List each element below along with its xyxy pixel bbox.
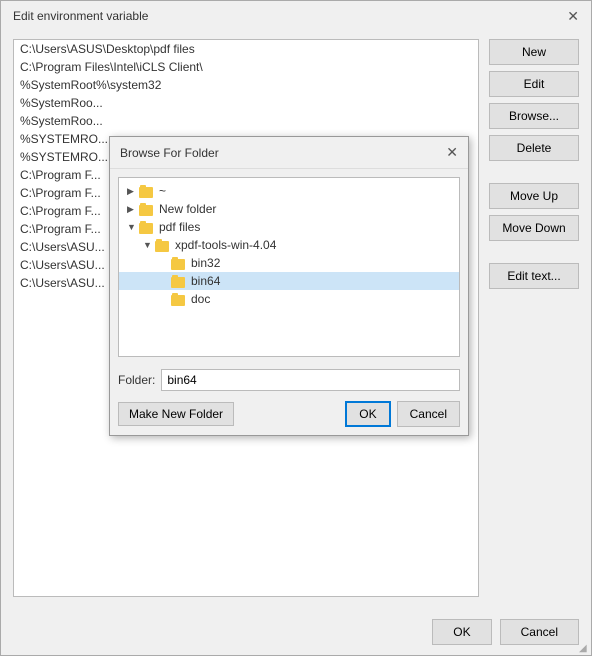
browse-button[interactable]: Browse...: [489, 103, 579, 129]
tree-item[interactable]: ▶~: [119, 182, 459, 200]
tree-item-label: pdf files: [159, 220, 200, 234]
main-title-bar: Edit environment variable ✕: [1, 1, 591, 31]
tree-item[interactable]: doc: [119, 290, 459, 308]
edit-button[interactable]: Edit: [489, 71, 579, 97]
folder-icon: [139, 221, 155, 234]
folder-icon: [171, 293, 187, 306]
bottom-bar: OK Cancel: [432, 619, 579, 645]
right-button-panel: New Edit Browse... Delete Move Up Move D…: [489, 39, 579, 597]
var-list-item[interactable]: C:\Users\ASUS\Desktop\pdf files: [14, 40, 478, 58]
tree-item-label: bin32: [191, 256, 220, 270]
new-button[interactable]: New: [489, 39, 579, 65]
folder-tree[interactable]: ▶~▶New folder▼pdf files▼xpdf-tools-win-4…: [118, 177, 460, 357]
main-cancel-button[interactable]: Cancel: [500, 619, 579, 645]
move-up-button[interactable]: Move Up: [489, 183, 579, 209]
folder-ok-button[interactable]: OK: [345, 401, 390, 427]
folder-dialog-title: Browse For Folder: [120, 146, 219, 160]
folder-label: Folder:: [118, 373, 155, 387]
delete-button[interactable]: Delete: [489, 135, 579, 161]
main-dialog: Edit environment variable ✕ C:\Users\ASU…: [0, 0, 592, 656]
tree-item[interactable]: bin32: [119, 254, 459, 272]
var-list-item[interactable]: C:\Program Files\Intel\iCLS Client\: [14, 58, 478, 76]
folder-icon: [155, 239, 171, 252]
tree-item[interactable]: bin64: [119, 272, 459, 290]
folder-icon: [171, 275, 187, 288]
main-close-button[interactable]: ✕: [567, 9, 579, 23]
var-list-item[interactable]: %SystemRoot%\system32: [14, 76, 478, 94]
tree-item-label: bin64: [191, 274, 220, 288]
edit-text-button[interactable]: Edit text...: [489, 263, 579, 289]
folder-title-bar: Browse For Folder ✕: [110, 137, 468, 169]
tree-item-label: New folder: [159, 202, 216, 216]
folder-dialog: Browse For Folder ✕ ▶~▶New folder▼pdf fi…: [109, 136, 469, 436]
folder-close-button[interactable]: ✕: [446, 144, 458, 161]
main-dialog-title: Edit environment variable: [13, 9, 148, 23]
folder-field-row: Folder:: [110, 365, 468, 399]
tree-item[interactable]: ▼xpdf-tools-win-4.04: [119, 236, 459, 254]
folder-icon: [171, 257, 187, 270]
tree-item-label: ~: [159, 184, 166, 198]
tree-item-label: xpdf-tools-win-4.04: [175, 238, 276, 252]
folder-dialog-bottom: Make New Folder OK Cancel: [110, 399, 468, 435]
folder-input[interactable]: [161, 369, 460, 391]
var-list-item[interactable]: %SystemRoo...: [14, 112, 478, 130]
tree-item-label: doc: [191, 292, 210, 306]
tree-item[interactable]: ▼pdf files: [119, 218, 459, 236]
move-down-button[interactable]: Move Down: [489, 215, 579, 241]
main-ok-button[interactable]: OK: [432, 619, 491, 645]
resize-handle[interactable]: ◢: [579, 643, 591, 655]
folder-icon: [139, 185, 155, 198]
folder-icon: [139, 203, 155, 216]
make-new-folder-button[interactable]: Make New Folder: [118, 402, 234, 426]
folder-cancel-button[interactable]: Cancel: [397, 401, 460, 427]
var-list-item[interactable]: %SystemRoo...: [14, 94, 478, 112]
tree-item[interactable]: ▶New folder: [119, 200, 459, 218]
